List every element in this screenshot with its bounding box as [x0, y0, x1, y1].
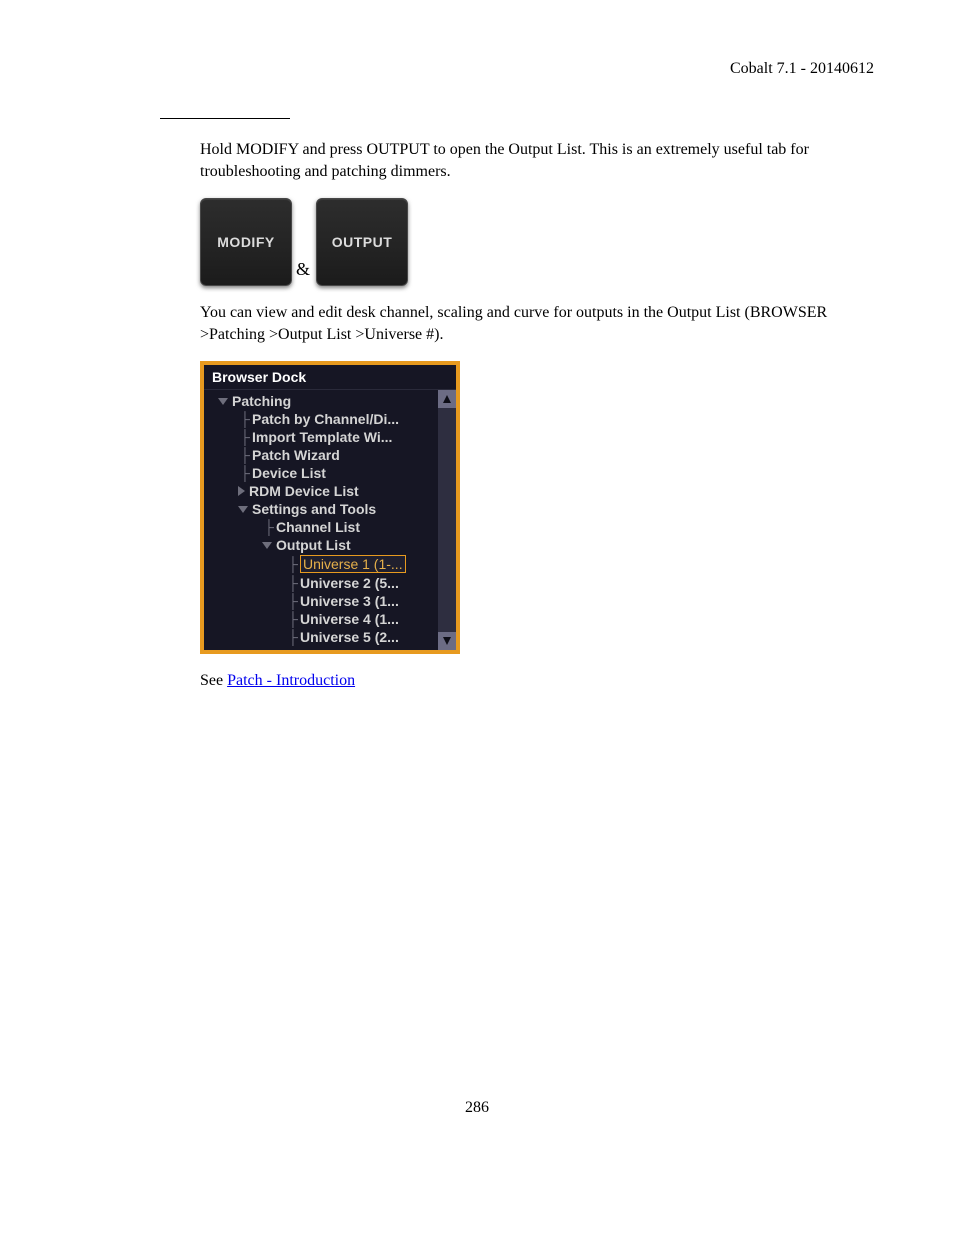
tree-item-universe[interactable]: ├ Universe 3 (1... — [204, 592, 438, 610]
tree-item-channel-list[interactable]: ├ Channel List — [204, 518, 438, 536]
intro-paragraph: Hold MODIFY and press OUTPUT to open the… — [200, 139, 874, 182]
section-divider — [160, 118, 290, 119]
scrollbar[interactable] — [438, 390, 456, 650]
chevron-down-icon — [262, 542, 272, 549]
tree-label: Universe 5 (2... — [300, 629, 399, 645]
branch-icon: ├ — [286, 576, 300, 590]
tree-item-universe[interactable]: ├ Universe 5 (2... — [204, 628, 438, 646]
tree-item[interactable]: ├ Patch Wizard — [204, 446, 438, 464]
tree-label: Universe 3 (1... — [300, 593, 399, 609]
branch-icon: ├ — [238, 466, 252, 480]
tree-label: Universe 4 (1... — [300, 611, 399, 627]
tree-item-output-list[interactable]: Output List — [204, 536, 438, 554]
browser-dock-panel: Browser Dock Patching ├ Patch by Channel… — [200, 361, 460, 654]
tree-label: Import Template Wi... — [252, 429, 392, 445]
branch-icon: ├ — [238, 430, 252, 444]
tree-label: Patch by Channel/Di... — [252, 411, 399, 427]
branch-icon: ├ — [286, 630, 300, 644]
browser-dock-title: Browser Dock — [204, 365, 456, 390]
page-number: 286 — [0, 1099, 954, 1117]
tree-item-universe[interactable]: ├ Universe 2 (5... — [204, 574, 438, 592]
tree-item-settings[interactable]: Settings and Tools — [204, 500, 438, 518]
key-illustration: MODIFY & OUTPUT — [200, 198, 874, 286]
branch-icon: ├ — [286, 612, 300, 626]
chevron-down-icon — [218, 398, 228, 405]
chevron-down-icon — [238, 506, 248, 513]
tree-item-universe[interactable]: ├ Universe 4 (1... — [204, 610, 438, 628]
branch-icon: ├ — [238, 412, 252, 426]
tree-label: Universe 1 (1-... — [300, 555, 406, 573]
tree-label: Patching — [232, 393, 291, 409]
tree-item[interactable]: ├ Device List — [204, 464, 438, 482]
tree-label: Settings and Tools — [252, 501, 376, 517]
output-key: OUTPUT — [316, 198, 408, 286]
modify-key: MODIFY — [200, 198, 292, 286]
see-paragraph: See Patch - Introduction — [200, 670, 874, 692]
tree-label: Device List — [252, 465, 326, 481]
branch-icon: ├ — [238, 448, 252, 462]
tree-root-patching[interactable]: Patching — [204, 392, 438, 410]
tree-item-rdm[interactable]: RDM Device List — [204, 482, 438, 500]
see-prefix: See — [200, 672, 227, 689]
branch-icon: ├ — [286, 557, 300, 571]
tree-item[interactable]: ├ Patch by Channel/Di... — [204, 410, 438, 428]
tree-label: Channel List — [276, 519, 360, 535]
tree-item[interactable]: ├ Import Template Wi... — [204, 428, 438, 446]
doc-header-version: Cobalt 7.1 - 20140612 — [80, 60, 874, 78]
ampersand-text: & — [296, 259, 310, 280]
browser-dock-tree: Patching ├ Patch by Channel/Di... ├ Impo… — [204, 390, 438, 650]
branch-icon: ├ — [262, 520, 276, 534]
tree-label: Output List — [276, 537, 351, 553]
tree-item-universe-selected[interactable]: ├ Universe 1 (1-... — [204, 554, 438, 574]
scroll-down-icon[interactable] — [438, 632, 456, 650]
scroll-up-icon[interactable] — [438, 390, 456, 408]
tree-label: Patch Wizard — [252, 447, 340, 463]
tree-label: Universe 2 (5... — [300, 575, 399, 591]
scroll-track[interactable] — [438, 408, 456, 632]
patch-introduction-link[interactable]: Patch - Introduction — [227, 672, 355, 689]
view-edit-paragraph: You can view and edit desk channel, scal… — [200, 302, 874, 345]
tree-label: RDM Device List — [249, 483, 359, 499]
chevron-right-icon — [238, 486, 245, 496]
branch-icon: ├ — [286, 594, 300, 608]
